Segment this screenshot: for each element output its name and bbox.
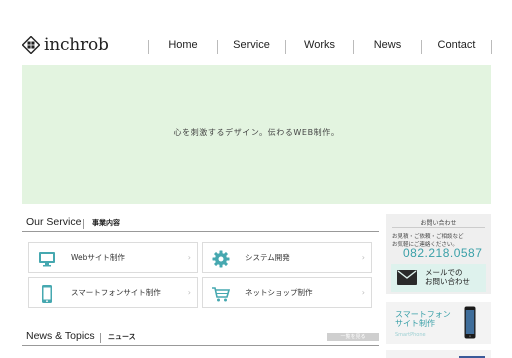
logo-mark-icon xyxy=(22,36,40,54)
main-nav: Home Service Works News Contact xyxy=(148,38,492,55)
service-card-netshop[interactable]: ネットショップ制作 › xyxy=(202,277,372,308)
nav-news[interactable]: News xyxy=(354,38,421,55)
news-section-title: News & Topics xyxy=(26,330,95,342)
envelope-icon xyxy=(397,270,417,285)
news-more-button[interactable]: 一覧を見る xyxy=(327,333,379,341)
service-section-header: Our Service 事業内容 xyxy=(22,216,379,232)
nav-contact[interactable]: Contact xyxy=(422,38,491,55)
banner-label-line: スマートフォン xyxy=(395,310,451,319)
service-card-label: ネットショップ制作 xyxy=(245,288,313,297)
nav-separator xyxy=(491,40,492,54)
service-card-system[interactable]: システム開発 › xyxy=(202,242,372,273)
banner-label-line: サイト制作 xyxy=(395,319,435,328)
contact-phone[interactable]: 082.218.0587 xyxy=(403,246,482,260)
section-divider xyxy=(83,219,84,229)
chevron-right-icon: › xyxy=(187,288,191,297)
news-section-subtitle: ニュース xyxy=(108,333,136,341)
chevron-right-icon: › xyxy=(187,253,191,262)
smartphone-banner-sub: SmartPhone xyxy=(395,332,426,338)
mail-contact-button[interactable]: メールでの お問い合わせ xyxy=(391,264,486,292)
chevron-right-icon: › xyxy=(361,253,365,262)
smartphone-site-banner[interactable]: スマートフォン サイト制作 SmartPhone xyxy=(386,302,491,344)
cart-icon xyxy=(212,287,231,302)
mail-button-label: メールでの お問い合わせ xyxy=(425,268,470,286)
mail-label-line: メールでの xyxy=(425,268,463,277)
service-section-title: Our Service xyxy=(26,216,82,228)
logo-text: inchrob xyxy=(44,35,109,55)
contact-title: お問い合わせ xyxy=(420,220,457,227)
service-card-label: システム開発 xyxy=(245,253,290,262)
monitor-icon xyxy=(39,252,55,267)
mail-label-line: お問い合わせ xyxy=(425,277,470,286)
section-divider xyxy=(100,333,101,343)
site-logo[interactable]: inchrob xyxy=(22,35,109,55)
chevron-right-icon: › xyxy=(361,288,365,297)
contact-divider xyxy=(392,227,485,228)
service-section-subtitle: 事業内容 xyxy=(92,219,120,227)
service-card-web[interactable]: Webサイト制作 › xyxy=(28,242,198,273)
service-card-label: スマートフォンサイト制作 xyxy=(71,288,161,297)
service-card-label: Webサイト制作 xyxy=(71,253,125,262)
hero-banner: 心を刺激するデザイン。伝わるWEB制作。 xyxy=(22,65,491,204)
contact-desc-line: お見積・ご依頼・ご相談など xyxy=(392,234,464,240)
nav-service[interactable]: Service xyxy=(218,38,285,55)
service-card-smartphone[interactable]: スマートフォンサイト制作 › xyxy=(28,277,198,308)
gear-icon xyxy=(212,250,230,268)
nav-works[interactable]: Works xyxy=(286,38,353,55)
hero-tagline: 心を刺激するデザイン。伝わるWEB制作。 xyxy=(173,128,340,137)
sidebar-next-banner[interactable] xyxy=(386,350,491,358)
smartphone-icon xyxy=(42,285,52,303)
news-section-header: News & Topics ニュース xyxy=(22,330,379,346)
nav-home[interactable]: Home xyxy=(149,38,217,55)
smartphone-banner-label: スマートフォン サイト制作 xyxy=(395,310,451,328)
iphone-icon xyxy=(464,306,476,339)
